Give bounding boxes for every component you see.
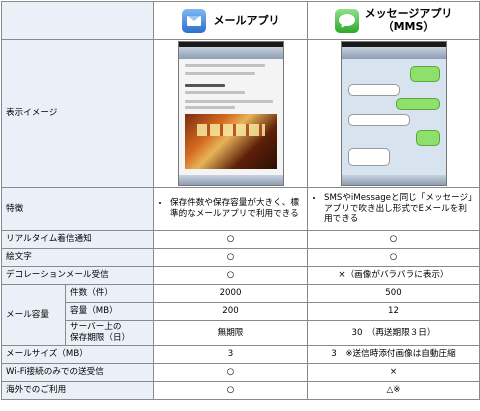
mail-app-screenshot <box>177 41 284 186</box>
capacity-label: メール容量 <box>1 284 66 346</box>
capacity-count-mail: 2000 <box>153 284 308 303</box>
emoji-mail: ○ <box>153 248 308 267</box>
header-empty-cell <box>1 1 154 40</box>
capacity-count-message: 500 <box>307 284 480 303</box>
comparison-table: メールアプリ メッセージアプリ （MMS） 表示イメージ 特徴 • 保存件数や保… <box>1 1 480 400</box>
header-row: メールアプリ メッセージアプリ （MMS） <box>1 1 480 40</box>
capacity-size-label: 容量（MB） <box>65 302 154 321</box>
overseas-label: 海外でのご利用 <box>1 381 154 400</box>
features-message: SMSやiMessageと同じ「メッセージ」アプリで吹き出し形式でEメールを利用… <box>307 187 480 231</box>
overseas-row: 海外でのご利用 ○ △※ <box>1 381 480 400</box>
emoji-label: 絵文字 <box>1 248 154 267</box>
mail-size-row: メールサイズ（MB） 3 3 ※送信時添付画像は自動圧縮 <box>1 345 480 364</box>
emoji-row: 絵文字 ○ ○ <box>1 248 480 267</box>
mail-app-icon <box>181 8 206 33</box>
capacity-size-mail: 200 <box>153 302 308 321</box>
message-screenshot-cell <box>307 39 480 188</box>
mail-size-mail: 3 <box>153 345 308 364</box>
message-app-title: メッセージアプリ <box>364 6 453 20</box>
realtime-message: ○ <box>307 230 480 249</box>
capacity-count-row: メール容量 件数（件） 2000 500 <box>1 284 480 346</box>
mail-app-header: メールアプリ <box>153 1 308 40</box>
decoration-row: デコレーションメール受信 ○ ×（画像がバラバラに表示） <box>1 266 480 285</box>
overseas-mail: ○ <box>153 381 308 400</box>
mail-size-label: メールサイズ（MB） <box>1 345 154 364</box>
capacity-period-message: 30 （再送期限３日） <box>307 320 480 346</box>
emoji-message: ○ <box>307 248 480 267</box>
wifi-label: Wi-Fi接続のみでの送受信 <box>1 363 154 382</box>
display-image-label: 表示イメージ <box>1 39 154 188</box>
capacity-period-label: サーバー上の 保存期限（日） <box>65 320 154 346</box>
realtime-row: リアルタイム着信通知 ○ ○ <box>1 230 480 249</box>
capacity-size-message: 12 <box>307 302 480 321</box>
message-app-header: メッセージアプリ （MMS） <box>307 1 480 40</box>
overseas-message: △※ <box>307 381 480 400</box>
decoration-message: ×（画像がバラバラに表示） <box>307 266 480 285</box>
capacity-period-mail: 無期限 <box>153 320 308 346</box>
decoration-mail: ○ <box>153 266 308 285</box>
realtime-mail: ○ <box>153 230 308 249</box>
mail-app-title: メールアプリ <box>213 13 280 27</box>
capacity-period-row: サーバー上の 保存期限（日） 無期限 30 （再送期限３日） <box>2 320 480 346</box>
decoration-label: デコレーションメール受信 <box>1 266 154 285</box>
realtime-label: リアルタイム着信通知 <box>1 230 154 249</box>
features-row: 特徴 保存件数や保存容量が大きく、標準的なメールアプリで利用できる SMSやiM… <box>1 187 480 231</box>
display-image-row: 表示イメージ <box>1 39 480 188</box>
message-app-screenshot <box>340 41 447 186</box>
capacity-count-label: 件数（件） <box>65 284 154 303</box>
wifi-row: Wi-Fi接続のみでの送受信 ○ × <box>1 363 480 382</box>
capacity-size-row: 容量（MB） 200 12 <box>2 302 480 321</box>
mail-size-message: 3 ※送信時添付画像は自動圧縮 <box>307 345 480 364</box>
messages-app-icon <box>334 8 359 33</box>
features-mail: 保存件数や保存容量が大きく、標準的なメールアプリで利用できる <box>153 187 308 231</box>
wifi-message: × <box>307 363 480 382</box>
message-app-subtitle: （MMS） <box>382 19 435 33</box>
features-label: 特徴 <box>1 187 154 231</box>
mail-screenshot-cell <box>153 39 308 188</box>
wifi-mail: ○ <box>153 363 308 382</box>
